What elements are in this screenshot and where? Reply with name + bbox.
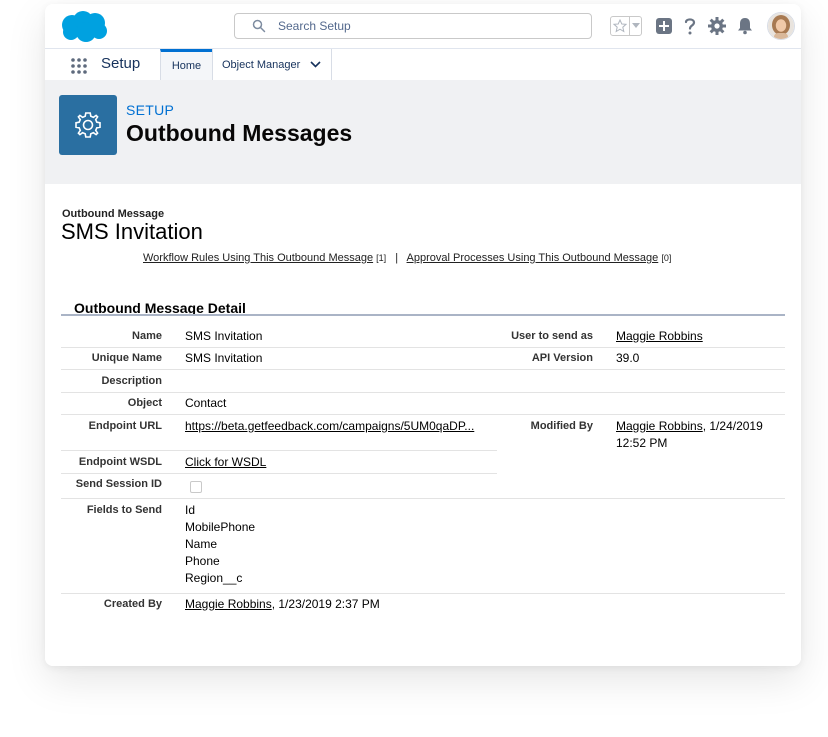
modified-by-date: , 1/24/2019 [702,419,763,433]
list-item: Name [185,537,218,551]
field-value-object: Contact [185,396,227,410]
field-label-api-version: API Version [531,352,593,364]
help-icon[interactable] [683,16,697,36]
field-label-endpoint-url: Endpoint URL [88,420,162,432]
wsdl-link[interactable]: Click for WSDL [185,455,266,469]
chevron-down-icon[interactable] [310,61,321,68]
approval-processes-link[interactable]: Approval Processes Using This Outbound M… [407,252,659,264]
list-item: Phone [185,554,220,568]
row-divider [61,498,785,499]
favorites-button[interactable] [610,16,642,36]
row-divider [61,392,785,393]
gear-icon [75,112,101,138]
field-value-unique-name: SMS Invitation [185,351,263,365]
app-launcher-icon[interactable] [70,57,88,75]
field-label-modified-by: Modified By [530,420,593,432]
list-item: Id [185,503,196,517]
approval-processes-count: [0] [661,253,672,263]
chevron-down-icon[interactable] [630,23,641,29]
row-divider [61,593,785,594]
app-navigation-bar: Setup Home Object Manager [45,48,801,81]
field-value-name: SMS Invitation [185,329,263,343]
created-by-user-link[interactable]: Maggie Robbins [185,597,272,611]
tab-home-label: Home [171,60,202,72]
field-value-endpoint-wsdl: Click for WSDL [185,454,266,471]
endpoint-url-link[interactable]: https://beta.getfeedback.com/campaigns/5… [185,419,474,433]
field-value-user-to-send-as: Maggie Robbins [616,328,703,345]
search-placeholder: Search Setup [278,19,351,33]
page-title: Outbound Messages [126,120,353,146]
record-content: Outbound Message SMS Invitation Workflow… [45,184,801,666]
modified-by-time: 12:52 PM [616,436,668,450]
notification-bell-icon[interactable] [737,17,753,35]
tab-object-manager[interactable]: Object Manager [212,49,332,80]
list-item: Region__c [185,571,243,585]
row-divider [61,450,497,451]
workflow-rules-link[interactable]: Workflow Rules Using This Outbound Messa… [143,252,373,264]
global-actions-plus-icon[interactable] [655,17,673,35]
workflow-rules-count: [1] [376,253,387,263]
field-label-description: Description [101,375,162,387]
field-label-endpoint-wsdl: Endpoint WSDL [78,456,162,468]
global-header: Search Setup [45,4,801,48]
field-label-unique-name: Unique Name [91,352,162,364]
setup-gear-tile [59,95,117,155]
field-label-send-session-id: Send Session ID [75,478,162,490]
field-label-object: Object [127,397,162,409]
tab-object-manager-label: Object Manager [222,58,301,71]
row-divider [61,347,785,348]
field-value-created-by: Maggie Robbins, 1/23/2019 2:37 PM [185,596,380,613]
field-label-fields-to-send: Fields to Send [86,504,162,516]
tab-home[interactable]: Home [160,49,212,80]
header-utility-icons [610,12,795,40]
send-session-id-checkbox [190,481,202,493]
page-eyebrow: SETUP [126,102,175,118]
link-separator: | [395,252,399,264]
list-item: MobilePhone [185,520,256,534]
global-search-box[interactable]: Search Setup [234,13,592,39]
salesforce-window: Search Setup Setup Home Object Manager S… [45,4,801,666]
fields-to-send-list: Id MobilePhone Name Phone Region__c [185,502,255,587]
user-to-send-as-link[interactable]: Maggie Robbins [616,329,703,343]
row-divider [61,473,497,474]
modified-by-user-link[interactable]: Maggie Robbins [616,419,703,433]
field-value-api-version: 39.0 [616,351,640,365]
field-label-user-to-send-as: User to send as [511,330,593,342]
field-label-name: Name [132,330,162,342]
user-avatar[interactable] [767,12,795,40]
section-divider [61,314,785,316]
app-name: Setup [101,55,141,72]
row-divider [61,369,785,370]
gear-icon[interactable] [707,16,727,36]
record-name: SMS Invitation [61,219,203,244]
field-label-created-by: Created By [103,598,162,610]
field-value-modified-by: Maggie Robbins, 1/24/2019 12:52 PM [616,418,786,452]
star-icon [611,17,630,35]
section-title: Outbound Message Detail [74,300,246,316]
salesforce-logo[interactable] [59,10,109,44]
search-icon [252,19,266,33]
page-header: SETUP Outbound Messages [45,80,801,184]
created-by-date: , 1/23/2019 2:37 PM [271,597,380,611]
related-links: Workflow Rules Using This Outbound Messa… [143,252,671,264]
row-divider [61,414,785,415]
field-value-endpoint-url: https://beta.getfeedback.com/campaigns/5… [185,418,474,435]
